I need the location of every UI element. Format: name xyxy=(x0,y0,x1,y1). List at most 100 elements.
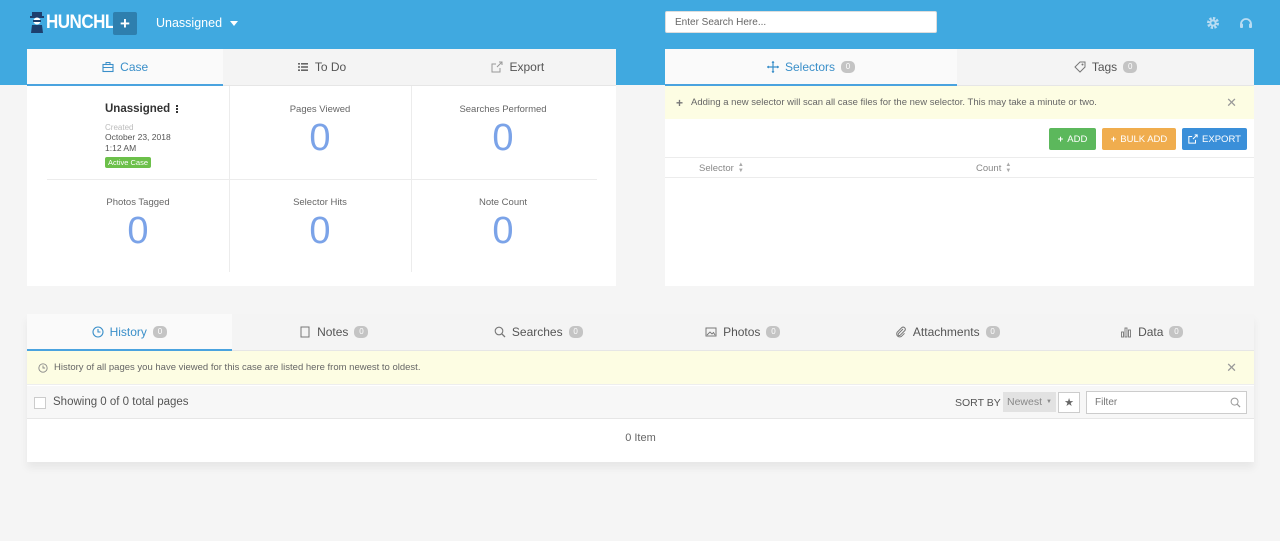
created-date: October 23, 2018 xyxy=(105,132,171,142)
close-icon[interactable]: ✕ xyxy=(1226,360,1237,376)
plus-icon: + xyxy=(1057,133,1064,145)
tab-label: Case xyxy=(120,60,149,74)
stat-value: 0 xyxy=(492,117,514,159)
column-header-count[interactable]: Count ▲ ▼ xyxy=(976,162,1011,174)
plus-icon: + xyxy=(676,95,684,110)
tab-selectors[interactable]: Selectors 0 xyxy=(665,49,957,86)
global-search-input[interactable] xyxy=(665,11,937,33)
tab-label: Attachments xyxy=(912,325,980,339)
count-badge: 0 xyxy=(985,326,1000,338)
search-icon xyxy=(1230,397,1241,408)
tab-attachments[interactable]: Attachments 0 xyxy=(845,314,1050,350)
stat-label: Searches Performed xyxy=(459,104,547,115)
tab-label: Notes xyxy=(317,325,349,339)
tab-export[interactable]: Export xyxy=(420,49,616,85)
tab-history[interactable]: History 0 xyxy=(27,314,232,351)
case-dropdown-label: Unassigned xyxy=(156,16,223,30)
tab-case[interactable]: Case xyxy=(27,49,224,86)
clock-icon xyxy=(92,326,104,338)
history-toolbar: Showing 0 of 0 total pages SORT BY Newes… xyxy=(27,386,1254,419)
tab-photos[interactable]: Photos 0 xyxy=(641,314,846,350)
showing-count: Showing 0 of 0 total pages xyxy=(53,396,189,408)
stat-value: 0 xyxy=(127,210,149,252)
stat-label: Note Count xyxy=(478,197,528,208)
case-title: Unassigned xyxy=(105,103,229,115)
sort-select[interactable]: Newest ▼ xyxy=(1003,392,1056,412)
export-icon xyxy=(491,61,503,73)
stat-label: Pages Viewed xyxy=(289,104,351,115)
note-icon xyxy=(300,326,310,338)
briefcase-icon xyxy=(102,62,114,73)
count-badge: 0 xyxy=(152,326,167,338)
tab-tags[interactable]: Tags 0 xyxy=(957,49,1254,85)
chevron-down-icon: ▼ xyxy=(1046,399,1052,405)
filter-input[interactable] xyxy=(1087,392,1222,413)
sort-icon: ▲ ▼ xyxy=(737,162,744,174)
case-stats-grid: Unassigned Created October 23, 2018 1:12… xyxy=(27,86,616,286)
column-label: Selector xyxy=(699,162,734,174)
count-badge: 0 xyxy=(1123,61,1138,73)
hunchly-logo[interactable]: HUNCHLY xyxy=(30,9,125,35)
stat-label: Selector Hits xyxy=(293,197,347,208)
column-label: Count xyxy=(976,162,1002,174)
tab-searches[interactable]: Searches 0 xyxy=(436,314,641,350)
stat-value: 0 xyxy=(309,210,331,252)
tab-label: Photos xyxy=(723,325,761,339)
tab-label: To Do xyxy=(314,60,347,74)
close-icon[interactable]: ✕ xyxy=(1226,95,1237,111)
paperclip-icon xyxy=(896,326,906,338)
count-badge: 0 xyxy=(354,326,369,338)
selectors-panel: Selectors 0 Tags 0 + Adding a new select… xyxy=(665,49,1254,286)
tab-todo[interactable]: To Do xyxy=(223,49,419,85)
tab-label: Export xyxy=(509,60,545,74)
column-header-selector[interactable]: Selector ▲ ▼ xyxy=(699,162,744,174)
count-badge: 0 xyxy=(1169,326,1184,338)
tab-label: History xyxy=(109,325,147,339)
clock-icon xyxy=(38,362,48,373)
headset-icon[interactable] xyxy=(1239,16,1253,30)
favorites-star-button[interactable]: ★ xyxy=(1058,392,1080,413)
history-panel: History 0 Notes 0 Searches 0 Photos 0 At… xyxy=(27,314,1254,462)
sort-icon: ▲ ▼ xyxy=(1005,162,1012,174)
crosshair-icon xyxy=(766,61,779,73)
case-tabs: Case To Do Export xyxy=(27,49,616,86)
gear-icon[interactable] xyxy=(1206,16,1220,30)
stat-value: 0 xyxy=(492,210,514,252)
tab-label: Tags xyxy=(1091,60,1118,74)
tab-notes[interactable]: Notes 0 xyxy=(232,314,437,350)
tab-label: Data xyxy=(1138,325,1164,339)
select-all-checkbox[interactable] xyxy=(34,397,46,409)
button-label: ADD xyxy=(1067,133,1088,145)
notice-text: Adding a new selector will scan all case… xyxy=(691,97,1097,108)
count-badge: 0 xyxy=(841,61,856,73)
tab-data[interactable]: Data 0 xyxy=(1050,314,1255,350)
created-label: Created xyxy=(105,123,134,132)
case-info-card: Unassigned Created October 23, 2018 1:12… xyxy=(47,86,229,179)
history-notice: History of all pages you have viewed for… xyxy=(27,351,1254,385)
image-icon xyxy=(705,327,717,337)
stat-label: Photos Tagged xyxy=(106,197,170,208)
notice-text: History of all pages you have viewed for… xyxy=(54,362,421,373)
search-icon xyxy=(494,326,506,338)
add-case-button[interactable]: + xyxy=(113,12,137,35)
stat-searches-performed: Searches Performed 0 xyxy=(412,86,594,179)
case-name: Unassigned xyxy=(105,103,171,115)
case-dropdown[interactable]: Unassigned xyxy=(156,16,239,30)
selectors-tabs: Selectors 0 Tags 0 xyxy=(665,49,1254,86)
star-icon: ★ xyxy=(1064,397,1074,409)
stat-note-count: Note Count 0 xyxy=(412,179,594,272)
button-label: BULK ADD xyxy=(1120,133,1168,145)
sort-by-label: SORT BY xyxy=(955,397,1001,409)
tab-label: Selectors xyxy=(784,60,836,74)
plus-icon: + xyxy=(1110,133,1117,145)
filter-box xyxy=(1086,391,1247,414)
export-selectors-button[interactable]: EXPORT xyxy=(1182,128,1247,150)
chevron-down-icon xyxy=(230,20,239,26)
add-selector-button[interactable]: + ADD xyxy=(1049,128,1096,150)
case-panel: Case To Do Export Unassigned Created Oct… xyxy=(27,49,616,286)
bulk-add-button[interactable]: + BULK ADD xyxy=(1102,128,1176,150)
export-icon xyxy=(1188,134,1198,144)
stat-value: 0 xyxy=(309,117,331,159)
tab-label: Searches xyxy=(511,325,563,339)
kebab-menu-icon[interactable] xyxy=(176,105,179,113)
